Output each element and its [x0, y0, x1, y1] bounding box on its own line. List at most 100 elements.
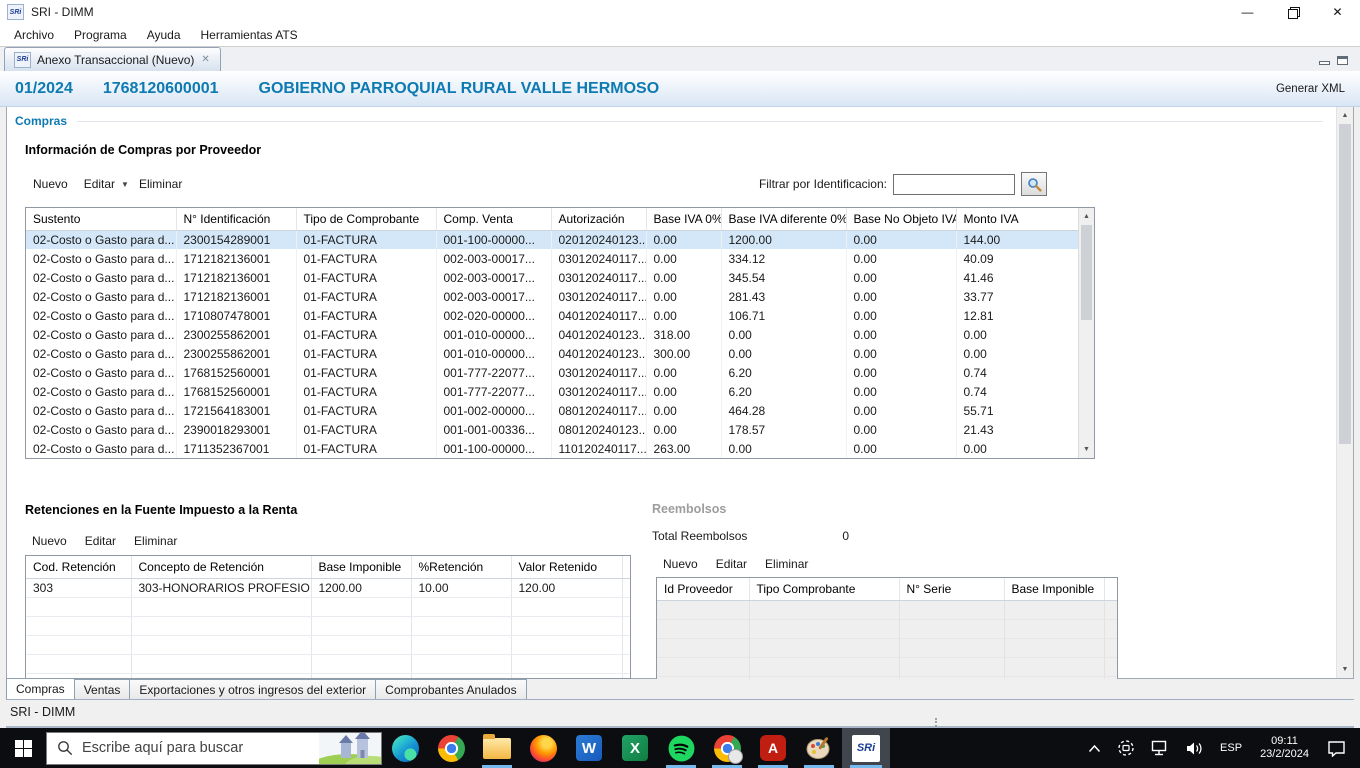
table-cell[interactable]: 106.71 — [721, 306, 846, 325]
table-cell[interactable]: 1710807478001 — [176, 306, 296, 325]
table-cell[interactable]: 334.12 — [721, 249, 846, 268]
taskbar-chrome-app-icon[interactable] — [704, 728, 750, 768]
taskbar-search[interactable]: Escribe aquí para buscar — [46, 732, 382, 765]
table-row[interactable]: 02-Costo o Gasto para d...23001542890010… — [26, 230, 1079, 249]
taskbar-sri-icon[interactable]: SRi — [842, 728, 890, 768]
table-cell[interactable]: 0.00 — [956, 325, 1079, 344]
table-cell[interactable] — [622, 578, 631, 597]
table-cell[interactable]: 040120240117... — [551, 306, 646, 325]
column-header[interactable]: Base Imponible — [1004, 578, 1104, 600]
table-cell[interactable]: 030120240117... — [551, 287, 646, 306]
table-cell[interactable]: 030120240117... — [551, 363, 646, 382]
table-cell[interactable]: 01-FACTURA — [296, 344, 436, 363]
table-cell[interactable]: 120.00 — [511, 578, 622, 597]
table-cell[interactable]: 001-001-00336... — [436, 420, 551, 439]
table-cell[interactable]: 001-010-00000... — [436, 325, 551, 344]
taskbar-file-explorer-icon[interactable] — [474, 728, 520, 768]
table-cell[interactable]: 01-FACTURA — [296, 249, 436, 268]
table-cell[interactable]: 01-FACTURA — [296, 287, 436, 306]
table-cell[interactable]: 0.00 — [646, 401, 721, 420]
main-scroll-up-icon[interactable]: ▲ — [1337, 108, 1353, 123]
table-row[interactable]: 02-Costo o Gasto para d...17121821360010… — [26, 268, 1079, 287]
table-cell[interactable]: 110120240117... — [551, 439, 646, 458]
table-cell[interactable]: 345.54 — [721, 268, 846, 287]
notification-center-icon[interactable] — [1321, 728, 1352, 768]
table-cell[interactable]: 1200.00 — [721, 230, 846, 249]
table-cell[interactable]: 02-Costo o Gasto para d... — [26, 287, 176, 306]
table-cell[interactable]: 001-100-00000... — [436, 439, 551, 458]
column-header[interactable] — [622, 556, 631, 578]
taskbar-acrobat-icon[interactable]: A — [750, 728, 796, 768]
column-header[interactable]: %Retención — [411, 556, 511, 578]
table-cell[interactable]: 0.74 — [956, 382, 1079, 401]
table-row[interactable]: 02-Costo o Gasto para d...17215641830010… — [26, 401, 1079, 420]
pane-minimize-icon[interactable] — [1319, 61, 1330, 65]
tray-sync-icon[interactable] — [1111, 728, 1141, 768]
table-cell[interactable]: 2300255862001 — [176, 344, 296, 363]
scroll-down-icon[interactable]: ▼ — [1079, 442, 1094, 457]
table-cell[interactable]: 0.00 — [846, 268, 956, 287]
table-cell[interactable]: 030120240117... — [551, 382, 646, 401]
language-indicator[interactable]: ESP — [1214, 728, 1248, 768]
column-header[interactable]: Valor Retenido — [511, 556, 622, 578]
table-cell[interactable]: 0.00 — [646, 363, 721, 382]
table-row[interactable]: 02-Costo o Gasto para d...17121821360010… — [26, 249, 1079, 268]
table-cell[interactable]: 01-FACTURA — [296, 401, 436, 420]
table-cell[interactable]: 1200.00 — [311, 578, 411, 597]
table-cell[interactable]: 0.00 — [646, 249, 721, 268]
rem-nuevo-button[interactable]: Nuevo — [656, 554, 705, 574]
table-cell[interactable]: 464.28 — [721, 401, 846, 420]
filter-input[interactable] — [893, 174, 1015, 195]
table-cell[interactable]: 281.43 — [721, 287, 846, 306]
menu-archivo[interactable]: Archivo — [4, 26, 64, 44]
table-cell[interactable]: 0.00 — [846, 401, 956, 420]
table-cell[interactable]: 1711352367001 — [176, 439, 296, 458]
taskbar-paint-icon[interactable] — [796, 728, 842, 768]
column-header[interactable]: Tipo Comprobante — [749, 578, 899, 600]
nuevo-button[interactable]: Nuevo — [25, 174, 76, 194]
table-cell[interactable]: 1721564183001 — [176, 401, 296, 420]
table-row[interactable]: 02-Costo o Gasto para d...23900182930010… — [26, 420, 1079, 439]
table-cell[interactable]: 01-FACTURA — [296, 325, 436, 344]
menu-herramientas-ats[interactable]: Herramientas ATS — [191, 26, 308, 44]
compras-table-scrollbar[interactable]: ▲ ▼ — [1078, 208, 1094, 458]
table-cell[interactable]: 1712182136001 — [176, 287, 296, 306]
ret-nuevo-button[interactable]: Nuevo — [25, 531, 74, 551]
tab-exportaciones[interactable]: Exportaciones y otros ingresos del exter… — [129, 679, 376, 699]
table-cell[interactable]: 303 — [26, 578, 131, 597]
column-header[interactable]: Base Imponible — [311, 556, 411, 578]
table-cell[interactable]: 040120240123... — [551, 325, 646, 344]
table-cell[interactable]: 001-010-00000... — [436, 344, 551, 363]
table-cell[interactable]: 0.00 — [646, 306, 721, 325]
table-cell[interactable]: 0.00 — [956, 439, 1079, 458]
rem-eliminar-button[interactable]: Eliminar — [758, 554, 815, 574]
table-cell[interactable]: 001-002-00000... — [436, 401, 551, 420]
close-button[interactable]: ✕ — [1315, 0, 1360, 24]
column-header[interactable]: Tipo de Comprobante — [296, 208, 436, 230]
table-cell[interactable]: 41.46 — [956, 268, 1079, 287]
column-header[interactable]: Base IVA diferente 0% — [721, 208, 846, 230]
table-cell[interactable]: 2390018293001 — [176, 420, 296, 439]
taskbar-excel-icon[interactable]: X — [612, 728, 658, 768]
table-cell[interactable]: 01-FACTURA — [296, 230, 436, 249]
table-cell[interactable]: 0.00 — [646, 230, 721, 249]
table-cell[interactable]: 002-020-00000... — [436, 306, 551, 325]
table-cell[interactable]: 1768152560001 — [176, 363, 296, 382]
table-cell[interactable]: 40.09 — [956, 249, 1079, 268]
table-cell[interactable]: 0.00 — [646, 382, 721, 401]
scroll-up-icon[interactable]: ▲ — [1079, 209, 1094, 224]
table-cell[interactable]: 02-Costo o Gasto para d... — [26, 306, 176, 325]
table-cell[interactable]: 020120240123... — [551, 230, 646, 249]
tab-close-icon[interactable]: ✕ — [200, 54, 210, 65]
ret-eliminar-button[interactable]: Eliminar — [127, 531, 184, 551]
table-cell[interactable]: 02-Costo o Gasto para d... — [26, 382, 176, 401]
table-cell[interactable]: 02-Costo o Gasto para d... — [26, 363, 176, 382]
table-cell[interactable]: 02-Costo o Gasto para d... — [26, 401, 176, 420]
table-cell[interactable]: 0.00 — [846, 287, 956, 306]
table-cell[interactable]: 002-003-00017... — [436, 249, 551, 268]
table-cell[interactable]: 040120240123... — [551, 344, 646, 363]
taskbar-chrome-icon[interactable] — [428, 728, 474, 768]
table-cell[interactable]: 002-003-00017... — [436, 287, 551, 306]
table-row[interactable]: 02-Costo o Gasto para d...1710807478001 0… — [26, 306, 1079, 325]
table-cell[interactable]: 0.00 — [721, 344, 846, 363]
